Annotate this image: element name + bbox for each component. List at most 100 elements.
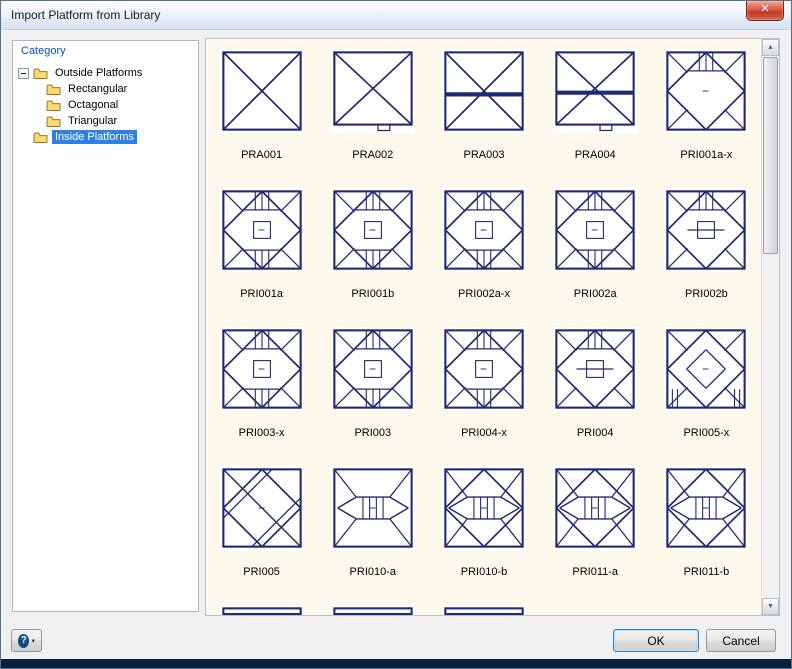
platform-thumbnail[interactable] [219,188,304,272]
scroll-up-icon: ▲ [767,44,774,51]
platform-label: PRI003 [354,427,392,439]
platform-label: PRI002a [573,288,617,300]
platform-thumbnail[interactable] [330,605,415,615]
cancel-button[interactable]: Cancel [706,629,776,652]
platform-thumbnail[interactable] [219,49,304,133]
tree-item-outside-platforms[interactable]: Outside Platforms [13,65,198,81]
platform-thumbnail[interactable] [330,49,415,133]
platform-label: PRI005 [243,566,280,578]
platform-thumbnail[interactable] [664,327,749,411]
button-bar: ? ▾ OK Cancel [1,616,791,652]
platform-thumbnail[interactable] [441,327,526,411]
platform-thumbnail[interactable] [219,466,304,550]
platform-item-PRI010-b[interactable]: PRI010-b [428,466,539,605]
scroll-down-icon: ▼ [767,603,774,610]
tree-item-label: Octagonal [68,99,119,111]
platform-thumbnail[interactable] [664,49,749,133]
vertical-scrollbar[interactable]: ▲ ▼ [761,39,779,615]
tree-item-label: Inside Platforms [52,130,137,144]
platform-thumbnail[interactable] [441,605,526,615]
platform-label: PRI011-a [572,566,619,578]
title-bar[interactable]: Import Platform from Library ✕ [1,1,791,30]
platform-thumbnail[interactable] [219,327,304,411]
platform-grid-panel: PRA001 PRA002 PRA003 PRA004 PRI001a-x PRI001a… [205,38,780,616]
platform-thumbnail[interactable] [553,466,638,550]
platform-item-partial[interactable] [428,605,539,615]
platform-label: PRI003-x [238,427,285,439]
dialog-body: Category Outside Platforms Rectangular Oct… [1,30,791,616]
platform-label: PRI001a [240,288,283,300]
platform-item-PRI002b[interactable]: PRI002b [651,188,762,327]
platform-label: PRI001a-x [680,149,733,161]
platform-item-PRI004[interactable]: PRI004 [540,327,651,466]
platform-thumbnail[interactable] [664,188,749,272]
platform-label: PRI005-x [683,427,730,439]
tree-item-octagonal[interactable]: Octagonal [13,97,198,113]
ok-button[interactable]: OK [613,629,699,652]
tree-item-label: Rectangular [68,83,128,95]
close-button[interactable]: ✕ [746,1,784,21]
platform-thumbnail[interactable] [553,49,638,133]
platform-item-PRA001[interactable]: PRA001 [206,49,317,188]
platform-label: PRI002a-x [458,288,510,300]
platform-item-PRI005-x[interactable]: PRI005-x [651,327,762,466]
platform-item-PRI003-x[interactable]: PRI003-x [206,327,317,466]
tree-item-label: Triangular [68,115,118,127]
platform-thumbnail[interactable] [664,466,749,550]
platform-label: PRI004-x [461,427,507,439]
platform-item-PRA003[interactable]: PRA003 [428,49,539,188]
help-icon: ? [18,633,30,648]
platform-item-PRI001a[interactable]: PRI001a [206,188,317,327]
tree-item-label: Outside Platforms [55,67,143,79]
chevron-down-icon: ▾ [31,637,35,645]
platform-thumbnail[interactable] [553,188,638,272]
platform-item-PRI002a[interactable]: PRI002a [540,188,651,327]
platform-grid: PRA001 PRA002 PRA003 PRA004 PRI001a-x PRI001a… [206,39,762,615]
platform-item-PRI010-a[interactable]: PRI010-a [317,466,428,605]
platform-label: PRI004 [576,427,614,439]
platform-item-PRI011-b[interactable]: PRI011-b [651,466,762,605]
platform-item-PRA004[interactable]: PRA004 [540,49,651,188]
platform-item-PRI001b[interactable]: PRI001b [317,188,428,327]
platform-label: PRI010-b [460,566,508,578]
platform-label: PRI010-a [349,566,397,578]
platform-thumbnail[interactable] [553,327,638,411]
folder-icon [46,99,61,112]
import-platform-dialog: Import Platform from Library ✕ Category … [0,0,792,669]
tree-item-rectangular[interactable]: Rectangular [13,81,198,97]
platform-thumbnail[interactable] [219,605,304,615]
platform-label: PRI011-b [683,566,730,578]
platform-item-PRI003[interactable]: PRI003 [317,327,428,466]
close-icon: ✕ [760,3,770,15]
window-title: Import Platform from Library [11,8,161,22]
platform-item-partial[interactable] [206,605,317,615]
platform-thumbnail[interactable] [441,466,526,550]
platform-label: PRI002b [684,288,728,300]
platform-thumbnail[interactable] [441,188,526,272]
platform-item-PRI001a-x[interactable]: PRI001a-x [651,49,762,188]
scrollbar-thumb[interactable] [763,57,778,254]
platform-item-PRI002a-x[interactable]: PRI002a-x [428,188,539,327]
folder-icon [33,131,48,144]
folder-icon [33,67,48,80]
collapse-icon[interactable] [18,67,29,79]
platform-item-PRI004-x[interactable]: PRI004-x [428,327,539,466]
platform-item-PRI005[interactable]: PRI005 [206,466,317,605]
folder-icon [46,115,61,128]
help-button[interactable]: ? ▾ [11,629,42,652]
scroll-down-button[interactable]: ▼ [762,598,779,615]
platform-item-PRA002[interactable]: PRA002 [317,49,428,188]
platform-label: PRA004 [574,149,616,161]
tree-item-inside-platforms[interactable]: Inside Platforms [13,129,198,145]
platform-item-PRI011-a[interactable]: PRI011-a [540,466,651,605]
platform-thumbnail[interactable] [330,188,415,272]
scroll-up-button[interactable]: ▲ [762,39,779,56]
window-bottom-border [1,659,791,668]
platform-thumbnail[interactable] [441,49,526,133]
platform-item-partial[interactable] [317,605,428,615]
platform-thumbnail[interactable] [330,466,415,550]
platform-thumbnail[interactable] [330,327,415,411]
tree-item-triangular[interactable]: Triangular [13,113,198,129]
